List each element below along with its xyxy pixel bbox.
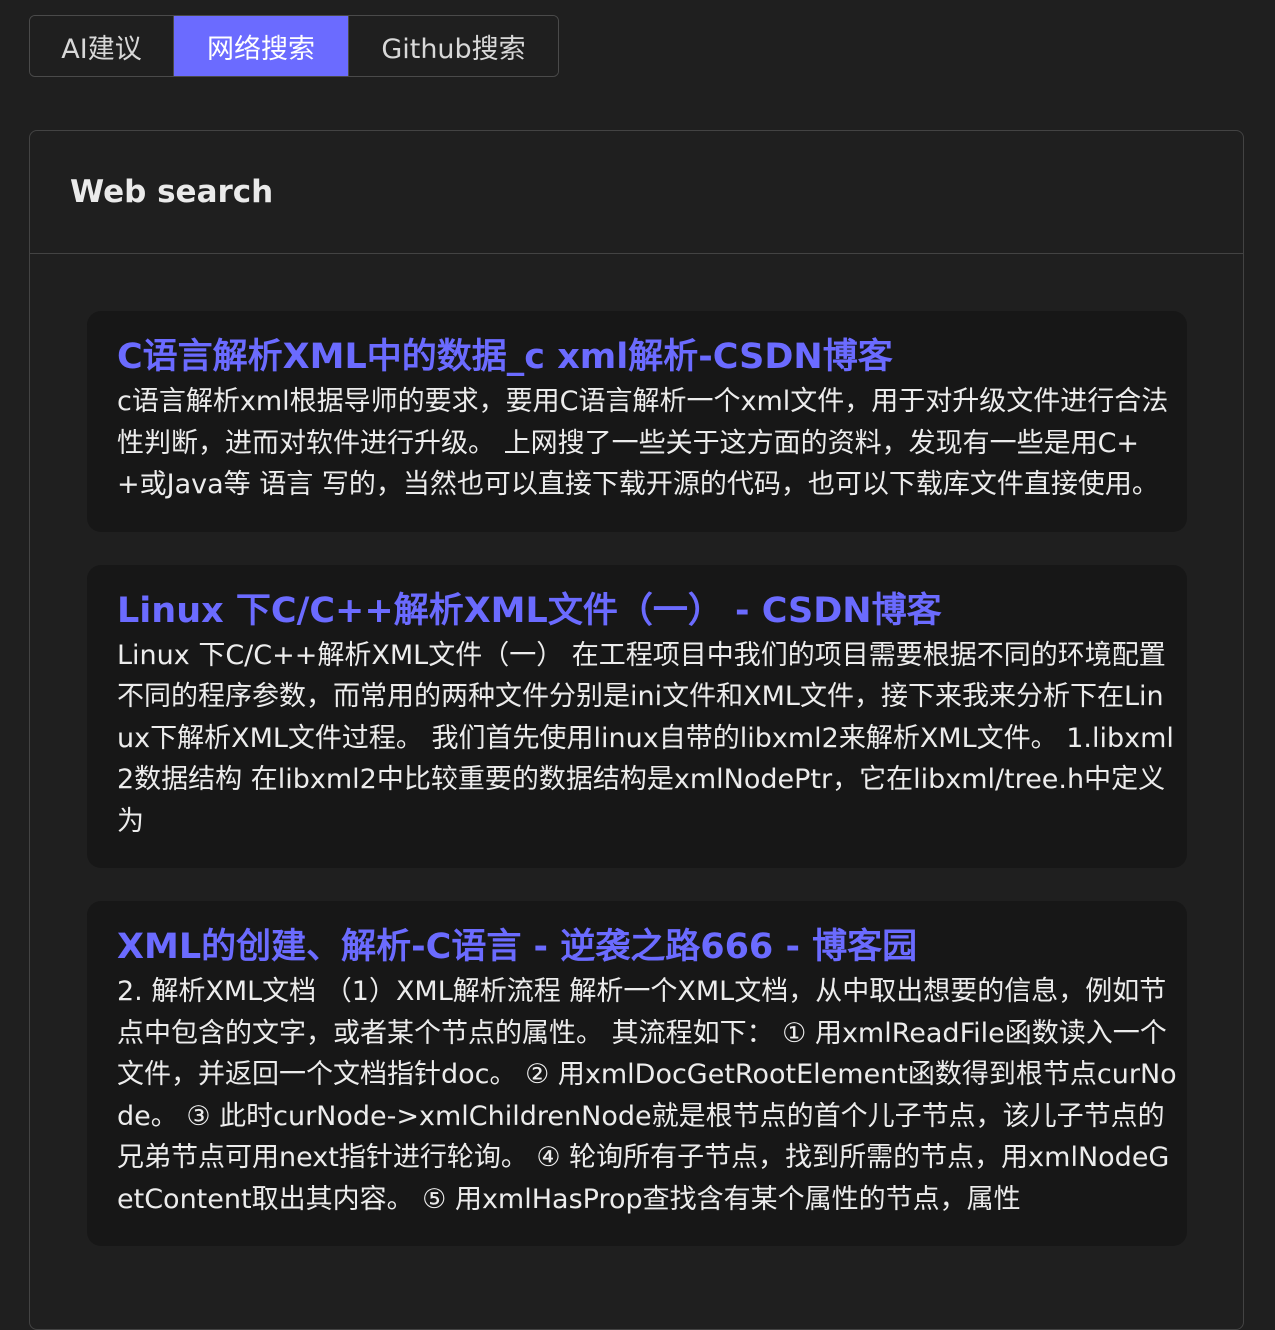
result-item: Linux 下C/C++解析XML文件（一） - CSDN博客 Linux 下C… xyxy=(87,564,1187,868)
results-list: C语言解析XML中的数据_c xml解析-CSDN博客 c语言解析xml根据导师… xyxy=(87,311,1187,1279)
tab-web-search[interactable]: 网络搜索 xyxy=(174,16,349,76)
search-mode-tabs: AI建议 网络搜索 Github搜索 xyxy=(29,15,559,77)
result-title-link[interactable]: Linux 下C/C++解析XML文件（一） - CSDN博客 xyxy=(117,587,1179,635)
result-snippet: Linux 下C/C++解析XML文件（一） 在工程项目中我们的项目需要根据不同… xyxy=(117,639,1174,837)
tab-ai-suggestions[interactable]: AI建议 xyxy=(30,16,174,76)
result-item: XML的创建、解析-C语言 - 逆袭之路666 - 博客园 2. 解析XML文档… xyxy=(87,901,1187,1246)
web-search-panel: Web search C语言解析XML中的数据_c xml解析-CSDN博客 c… xyxy=(29,130,1244,1330)
result-snippet: c语言解析xml根据导师的要求，要用C语言解析一个xml文件，用于对升级文件进行… xyxy=(117,386,1169,500)
result-title-link[interactable]: C语言解析XML中的数据_c xml解析-CSDN博客 xyxy=(117,333,1179,381)
panel-title: Web search xyxy=(70,174,274,210)
result-item: C语言解析XML中的数据_c xml解析-CSDN博客 c语言解析xml根据导师… xyxy=(87,311,1187,532)
result-snippet: 2. 解析XML文档 （1）XML解析流程 解析一个XML文档，从中取出想要的信… xyxy=(117,976,1177,1215)
panel-header: Web search xyxy=(30,131,1243,254)
result-title-link[interactable]: XML的创建、解析-C语言 - 逆袭之路666 - 博客园 xyxy=(117,923,1179,971)
tab-github-search[interactable]: Github搜索 xyxy=(349,16,558,76)
